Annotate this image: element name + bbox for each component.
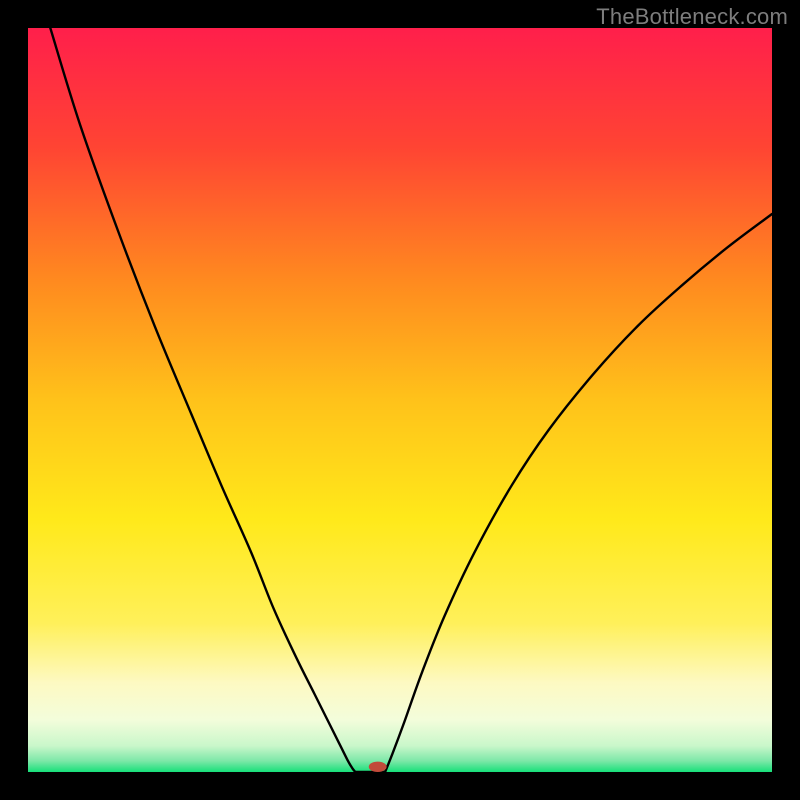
plot-background: [28, 28, 772, 772]
watermark-text: TheBottleneck.com: [596, 4, 788, 30]
bottleneck-chart: [0, 0, 800, 800]
optimum-marker: [369, 762, 387, 772]
chart-frame: TheBottleneck.com: [0, 0, 800, 800]
